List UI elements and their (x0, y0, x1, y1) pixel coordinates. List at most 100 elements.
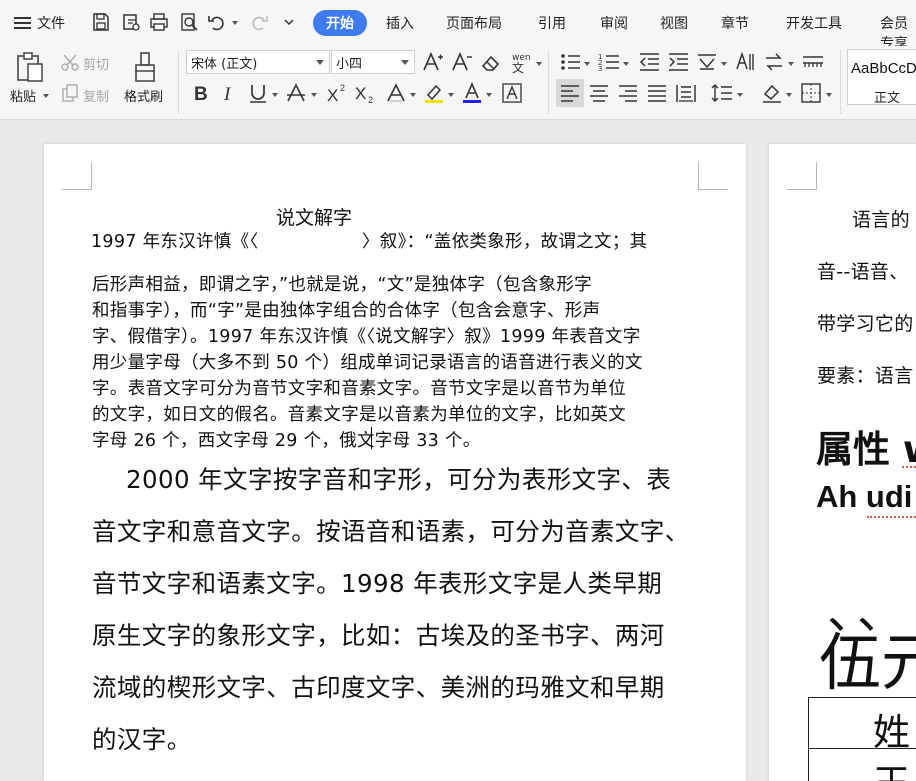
text-line: 1997 年东汉许慎《〈 (91, 232, 259, 252)
tab-insert[interactable]: 插入 (386, 13, 414, 33)
bullet-list-icon[interactable] (558, 50, 582, 74)
margin-marker (62, 162, 92, 190)
tab-references[interactable]: 引用 (538, 13, 566, 33)
bold-icon[interactable]: B (190, 81, 212, 105)
undo-icon[interactable] (206, 11, 228, 33)
style-normal[interactable]: AaBbCcDd 正文 (847, 49, 916, 106)
increase-font-icon[interactable] (421, 50, 445, 74)
chinese-layout-dropdown-icon[interactable] (721, 62, 727, 66)
tab-section[interactable]: 章节 (721, 13, 749, 33)
underline-icon[interactable] (246, 81, 270, 105)
text-line: 音--语音、 (817, 261, 909, 283)
numbering-dropdown-icon[interactable] (623, 62, 629, 66)
text-line: 语言的 (852, 209, 910, 231)
divider (840, 50, 841, 114)
copy-button[interactable]: 复制 (83, 86, 109, 105)
shading-icon[interactable] (760, 81, 784, 105)
divider (548, 50, 549, 114)
highlight-dropdown-icon[interactable] (448, 93, 454, 97)
decrease-font-icon[interactable] (450, 50, 474, 74)
numbered-list-icon[interactable]: 123 (597, 50, 621, 74)
text-line: 要素：语言 (817, 365, 914, 387)
font-color-dropdown-icon[interactable] (486, 93, 492, 97)
line-spacing-icon[interactable] (710, 81, 734, 105)
text-effect-icon[interactable] (384, 81, 408, 105)
svg-text:3: 3 (598, 65, 602, 73)
save-icon[interactable] (90, 11, 112, 33)
svg-text:2: 2 (340, 83, 345, 93)
text-line: 的文字，如日文的假名。音素文字是以音素为单位的文字，比如英文 (92, 405, 626, 425)
font-name-select[interactable]: 宋体 (正文) (186, 50, 330, 74)
distributed-align-icon[interactable] (674, 81, 698, 105)
phonetic-dropdown-icon[interactable] (536, 62, 542, 66)
increase-indent-icon[interactable] (666, 50, 690, 74)
text-effect-dropdown-icon[interactable] (410, 93, 416, 97)
format-painter-button[interactable]: 格式刷 (124, 86, 163, 105)
text-direction-icon[interactable] (733, 50, 757, 74)
justify-icon[interactable] (645, 81, 669, 105)
spell-check-underline (867, 515, 916, 518)
paste-button[interactable]: 粘贴 (10, 86, 36, 105)
paste-dropdown-icon[interactable] (43, 94, 49, 98)
text-line: 字。表音文字可分为音节文字和音素文字。音节文字是以音节为单位 (92, 379, 626, 399)
text-line: 字母 26 个，西文字母 29 个，俄文字母 33 个。 (92, 431, 481, 451)
redo-icon[interactable] (248, 11, 270, 33)
align-center-icon[interactable] (587, 81, 611, 105)
document-page-2[interactable]: 语言的 音--语音、 带学习它的 要素：语言 属性 w Ah udi 、、 伍元… (769, 144, 916, 781)
format-painter-icon[interactable] (130, 50, 160, 84)
copy-icon (60, 83, 80, 103)
decrease-indent-icon[interactable] (637, 50, 661, 74)
subscript-icon[interactable]: X2 (354, 81, 378, 105)
align-left-icon[interactable] (556, 79, 584, 107)
bullet-dropdown-icon[interactable] (584, 62, 590, 66)
tab-developer[interactable]: 开发工具 (786, 13, 842, 33)
margin-marker (698, 162, 728, 190)
print-preview-icon[interactable] (178, 11, 200, 33)
print-icon[interactable] (148, 11, 170, 33)
text-line: 音节文字和语素文字。1998 年表形文字是人类早期 (92, 569, 663, 598)
swap-dropdown-icon[interactable] (788, 62, 794, 66)
svg-text:2: 2 (368, 95, 373, 104)
export-pdf-icon[interactable] (120, 11, 142, 33)
chinese-layout-icon[interactable] (695, 50, 719, 74)
swap-icon[interactable] (762, 50, 786, 74)
phonetic-guide-icon[interactable]: wen 文 (507, 49, 535, 75)
highlight-icon[interactable] (422, 81, 446, 105)
customize-toolbar-icon[interactable] (278, 11, 300, 33)
font-color-icon[interactable] (460, 81, 484, 105)
char-border-icon[interactable] (500, 81, 524, 105)
line-spacing-dropdown-icon[interactable] (737, 93, 743, 97)
tab-page-layout[interactable]: 页面布局 (446, 13, 502, 33)
hamburger-icon (14, 17, 31, 29)
svg-text:X: X (327, 86, 338, 104)
tab-home[interactable]: 开始 (313, 10, 367, 36)
text-line: 用少量字母（大多不到 50 个）组成单词记录语言的语音进行表义的文 (92, 353, 643, 373)
table-cell[interactable]: 姓 (808, 697, 916, 754)
tab-view[interactable]: 视图 (660, 13, 688, 33)
superscript-icon[interactable]: X2 (326, 81, 350, 105)
tab-ruler-icon[interactable] (800, 50, 826, 74)
document-page-1[interactable]: 说文解字 1997 年东汉许慎《〈 〉叙》：“盖依类象形，故谓之文；其 后形声相… (44, 144, 746, 781)
clear-format-icon[interactable] (479, 50, 503, 74)
text-line: 原生文字的象形文字，比如：古埃及的圣书字、两河 (92, 621, 665, 650)
paste-icon[interactable] (14, 50, 46, 84)
font-size-select[interactable]: 小四 (331, 50, 415, 74)
heading-text: 属性 w (816, 428, 916, 471)
undo-dropdown-icon[interactable] (232, 21, 238, 25)
italic-icon[interactable]: I (218, 81, 240, 105)
cut-button[interactable]: 剪切 (83, 54, 109, 73)
strikethrough-icon[interactable] (284, 81, 308, 105)
tab-review[interactable]: 审阅 (600, 13, 628, 33)
text-line: 字、假借字）。1997 年东汉许慎《〈说文解字〉叙》1999 年表音文字 (92, 327, 641, 347)
table-cell[interactable]: 王 (808, 748, 916, 781)
file-menu[interactable]: 文件 (14, 13, 65, 33)
spell-check-underline (902, 465, 916, 468)
borders-dropdown-icon[interactable] (826, 93, 832, 97)
strikethrough-dropdown-icon[interactable] (311, 93, 317, 97)
underline-dropdown-icon[interactable] (272, 93, 278, 97)
shading-dropdown-icon[interactable] (786, 93, 792, 97)
document-title: 说文解字 (276, 207, 353, 229)
align-right-icon[interactable] (616, 81, 640, 105)
borders-icon[interactable] (799, 81, 823, 105)
svg-text:X: X (355, 84, 366, 103)
